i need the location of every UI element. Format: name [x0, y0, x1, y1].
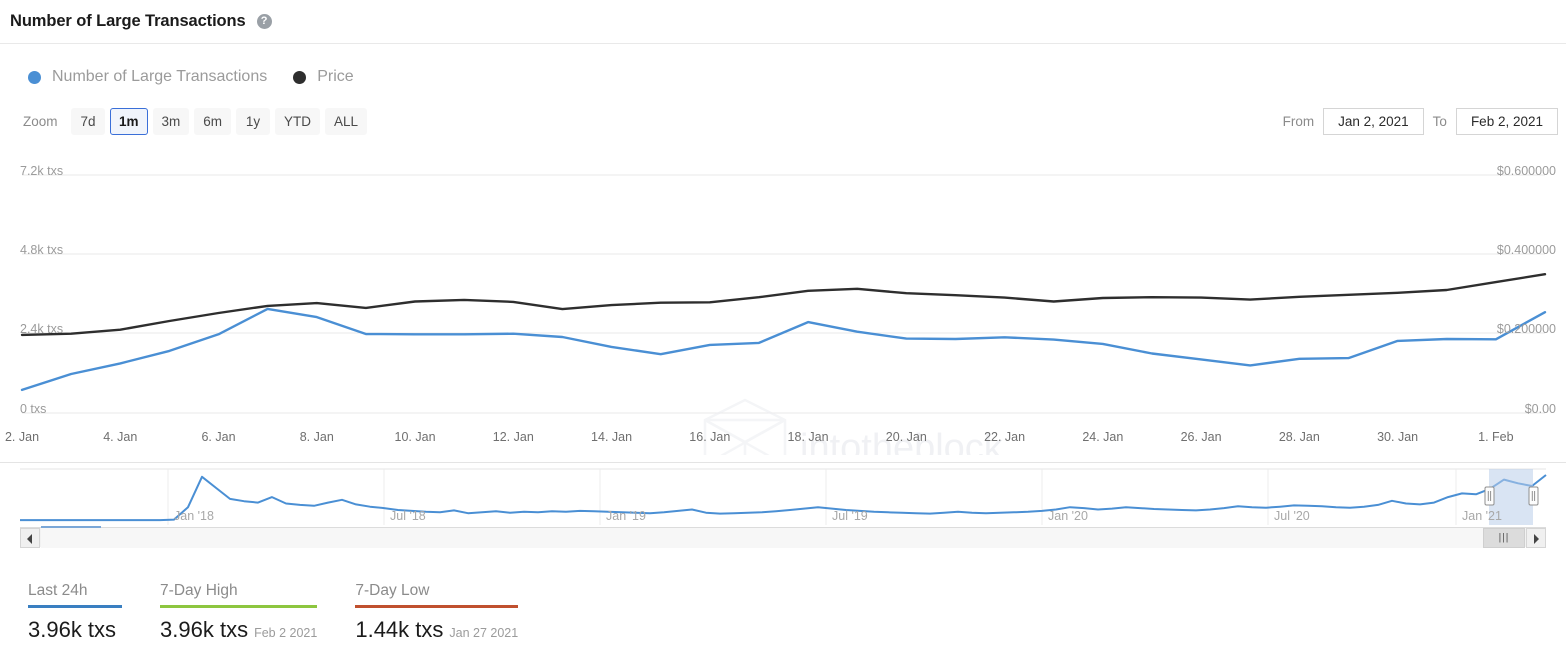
stat-underline	[160, 605, 317, 608]
page-header: Number of Large Transactions ?	[0, 0, 1566, 44]
stat-value: 3.96k txs	[160, 617, 248, 643]
navigator-tick: Jan '18	[174, 509, 214, 523]
stat-last-24h: Last 24h 3.96k txs	[28, 582, 122, 643]
stat-value: 1.44k txs	[355, 617, 443, 643]
y-axis-left-tick: 7.2k txs	[20, 164, 63, 178]
scrollbar-track[interactable]	[41, 528, 1525, 548]
date-range-controls: From Jan 2, 2021 To Feb 2, 2021	[1283, 108, 1558, 135]
main-chart[interactable]: intotheblock 7.2k txs 4.8k txs 2.4k txs …	[0, 155, 1566, 455]
x-axis-tick: 1. Feb	[1478, 430, 1513, 444]
to-label: To	[1433, 114, 1447, 129]
scrollbar-thumb[interactable]: |||	[1483, 528, 1525, 548]
x-axis-tick: 8. Jan	[300, 430, 334, 444]
legend-item-large-transactions[interactable]: Number of Large Transactions	[28, 68, 267, 86]
legend-dot-icon	[28, 71, 41, 84]
stat-7-day-high: 7-Day High 3.96k txs Feb 2 2021	[160, 582, 317, 643]
from-date-input[interactable]: Jan 2, 2021	[1323, 108, 1424, 135]
stat-date: Jan 27 2021	[449, 626, 518, 640]
x-axis-tick: 10. Jan	[395, 430, 436, 444]
legend-label: Number of Large Transactions	[52, 68, 267, 86]
y-axis-right-tick: $0.00	[1525, 402, 1556, 416]
navigator-series-line	[20, 475, 1546, 520]
zoom-label: Zoom	[23, 114, 58, 129]
navigator-tick: Jan '21	[1462, 509, 1502, 523]
x-axis-tick: 6. Jan	[201, 430, 235, 444]
navigator-tick: Jan '19	[606, 509, 646, 523]
x-axis-tick: 22. Jan	[984, 430, 1025, 444]
y-axis-right-tick: $0.600000	[1497, 164, 1556, 178]
x-axis-tick: 16. Jan	[689, 430, 730, 444]
navigator-tick: Jan '20	[1048, 509, 1088, 523]
stat-title: 7-Day Low	[355, 582, 518, 605]
zoom-button-7d[interactable]: 7d	[71, 108, 105, 135]
arrow-left-icon[interactable]	[20, 528, 40, 548]
arrow-right-icon[interactable]	[1526, 528, 1546, 548]
stat-title: Last 24h	[28, 582, 122, 605]
x-axis-tick: 2. Jan	[5, 430, 39, 444]
x-axis-tick: 26. Jan	[1181, 430, 1222, 444]
question-mark-icon[interactable]: ?	[257, 14, 272, 29]
from-label: From	[1283, 114, 1315, 129]
legend-dot-icon	[293, 71, 306, 84]
zoom-button-all[interactable]: ALL	[325, 108, 367, 135]
zoom-button-1y[interactable]: 1y	[236, 108, 270, 135]
y-axis-left-tick: 0 txs	[20, 402, 46, 416]
stat-date: Feb 2 2021	[254, 626, 317, 640]
chart-legend: Number of Large Transactions Price	[28, 68, 354, 86]
y-axis-right-tick: $0.400000	[1497, 243, 1556, 257]
scrollbar-grip-icon: |||	[1499, 533, 1510, 544]
legend-item-price[interactable]: Price	[293, 68, 353, 86]
x-axis-tick: 28. Jan	[1279, 430, 1320, 444]
navigator-handle-right[interactable]	[1529, 487, 1538, 505]
to-date-input[interactable]: Feb 2, 2021	[1456, 108, 1558, 135]
main-chart-svg	[0, 155, 1566, 455]
navigator-handle-left[interactable]	[1485, 487, 1494, 505]
x-axis-tick: 18. Jan	[788, 430, 829, 444]
stat-value: 3.96k txs	[28, 617, 116, 643]
stat-underline	[355, 605, 518, 608]
stat-7-day-low: 7-Day Low 1.44k txs Jan 27 2021	[355, 582, 518, 643]
zoom-button-3m[interactable]: 3m	[153, 108, 190, 135]
x-axis-tick: 20. Jan	[886, 430, 927, 444]
navigator-tick: Jul '19	[832, 509, 868, 523]
x-axis-tick: 4. Jan	[103, 430, 137, 444]
zoom-button-1m[interactable]: 1m	[110, 108, 148, 135]
navigator-tick: Jul '18	[390, 509, 426, 523]
legend-label: Price	[317, 68, 353, 86]
series-line-number-of-large-transactions	[22, 309, 1545, 390]
chart-navigator[interactable]: Jan '18 Jul '18 Jan '19 Jul '19 Jan '20 Jul '…	[0, 462, 1566, 530]
stat-title: 7-Day High	[160, 582, 317, 605]
y-axis-right-tick: $0.200000	[1497, 322, 1556, 336]
zoom-button-group: 7d 1m 3m 6m 1y YTD ALL	[71, 108, 367, 135]
zoom-button-6m[interactable]: 6m	[194, 108, 231, 135]
series-line-price	[22, 274, 1545, 335]
x-axis-tick: 12. Jan	[493, 430, 534, 444]
page-title: Number of Large Transactions	[10, 12, 246, 31]
y-axis-left-tick: 2.4k txs	[20, 322, 63, 336]
navigator-scrollbar[interactable]: |||	[20, 527, 1546, 547]
stat-underline	[28, 605, 122, 608]
zoom-button-ytd[interactable]: YTD	[275, 108, 320, 135]
x-axis-tick: 24. Jan	[1082, 430, 1123, 444]
summary-stats: Last 24h 3.96k txs 7-Day High 3.96k txs …	[28, 582, 556, 643]
x-axis-tick: 30. Jan	[1377, 430, 1418, 444]
x-axis-tick: 14. Jan	[591, 430, 632, 444]
range-selector: Zoom 7d 1m 3m 6m 1y YTD ALL From Jan 2, …	[0, 108, 1566, 138]
navigator-svg	[0, 463, 1566, 531]
navigator-tick: Jul '20	[1274, 509, 1310, 523]
y-axis-left-tick: 4.8k txs	[20, 243, 63, 257]
chart-page: Number of Large Transactions ? Number of…	[0, 0, 1566, 660]
